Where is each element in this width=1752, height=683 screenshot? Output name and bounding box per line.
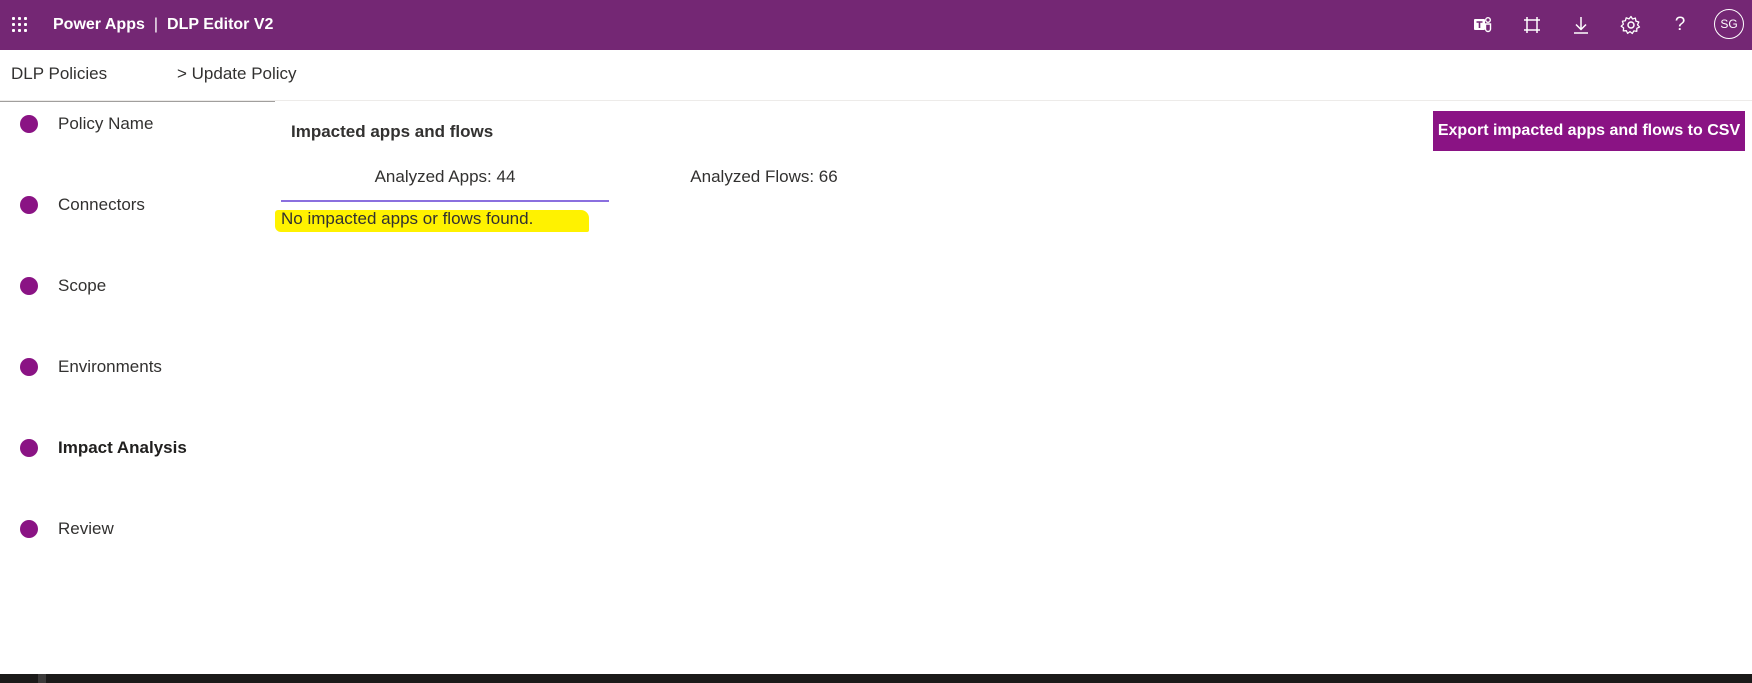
step-review[interactable]: Review: [0, 513, 275, 545]
step-environments[interactable]: Environments: [0, 351, 275, 383]
breadcrumb-current-page: > Update Policy: [177, 64, 297, 83]
help-glyph: ?: [1674, 14, 1686, 35]
step-status-dot-icon: [20, 115, 38, 133]
title-separator: |: [153, 16, 159, 33]
export-csv-button[interactable]: Export impacted apps and flows to CSV: [1433, 111, 1745, 151]
settings-gear-icon[interactable]: [1619, 13, 1643, 37]
breadcrumb-dlp-policies-link[interactable]: DLP Policies: [11, 64, 107, 84]
taskbar-mark: [38, 674, 46, 683]
step-label: Scope: [58, 276, 107, 295]
tab-analyzed-apps[interactable]: Analyzed Apps: 44: [281, 160, 609, 202]
fullscreen-icon[interactable]: [1520, 13, 1544, 37]
page-name: DLP Editor V2: [167, 16, 274, 33]
teams-icon[interactable]: [1471, 13, 1495, 37]
app-title: Power Apps | DLP Editor V2: [53, 0, 273, 50]
empty-state-text: No impacted apps or flows found.: [281, 209, 534, 228]
top-app-bar: Power Apps | DLP Editor V2 ? SG: [0, 0, 1752, 50]
section-title: Impacted apps and flows: [291, 122, 494, 141]
step-label: Policy Name: [58, 114, 154, 133]
step-status-dot-icon: [20, 277, 38, 295]
step-impact-analysis[interactable]: Impact Analysis: [0, 432, 275, 464]
step-status-dot-icon: [20, 196, 38, 214]
step-status-dot-icon: [20, 439, 38, 457]
tab-analyzed-flows[interactable]: Analyzed Flows: 66: [609, 160, 919, 200]
empty-state-message: No impacted apps or flows found.: [275, 208, 589, 234]
waffle-icon[interactable]: [6, 9, 34, 41]
bottom-taskbar-strip: [0, 674, 1752, 683]
step-scope[interactable]: Scope: [0, 270, 275, 302]
step-connectors[interactable]: Connectors: [0, 189, 275, 221]
breadcrumb: DLP Policies > Update Policy: [0, 50, 1752, 101]
step-label: Impact Analysis: [58, 438, 187, 457]
wizard-step-nav: Policy Name Connectors Scope Environment…: [0, 101, 275, 582]
step-policy-name[interactable]: Policy Name: [0, 108, 275, 140]
step-status-dot-icon: [20, 520, 38, 538]
download-icon[interactable]: [1569, 13, 1593, 37]
step-label: Connectors: [58, 195, 145, 214]
step-label: Review: [58, 519, 114, 538]
app-name[interactable]: Power Apps: [53, 16, 145, 33]
step-label: Environments: [58, 357, 162, 376]
step-status-dot-icon: [20, 358, 38, 376]
help-icon[interactable]: ?: [1668, 13, 1692, 37]
user-avatar[interactable]: SG: [1714, 9, 1744, 39]
